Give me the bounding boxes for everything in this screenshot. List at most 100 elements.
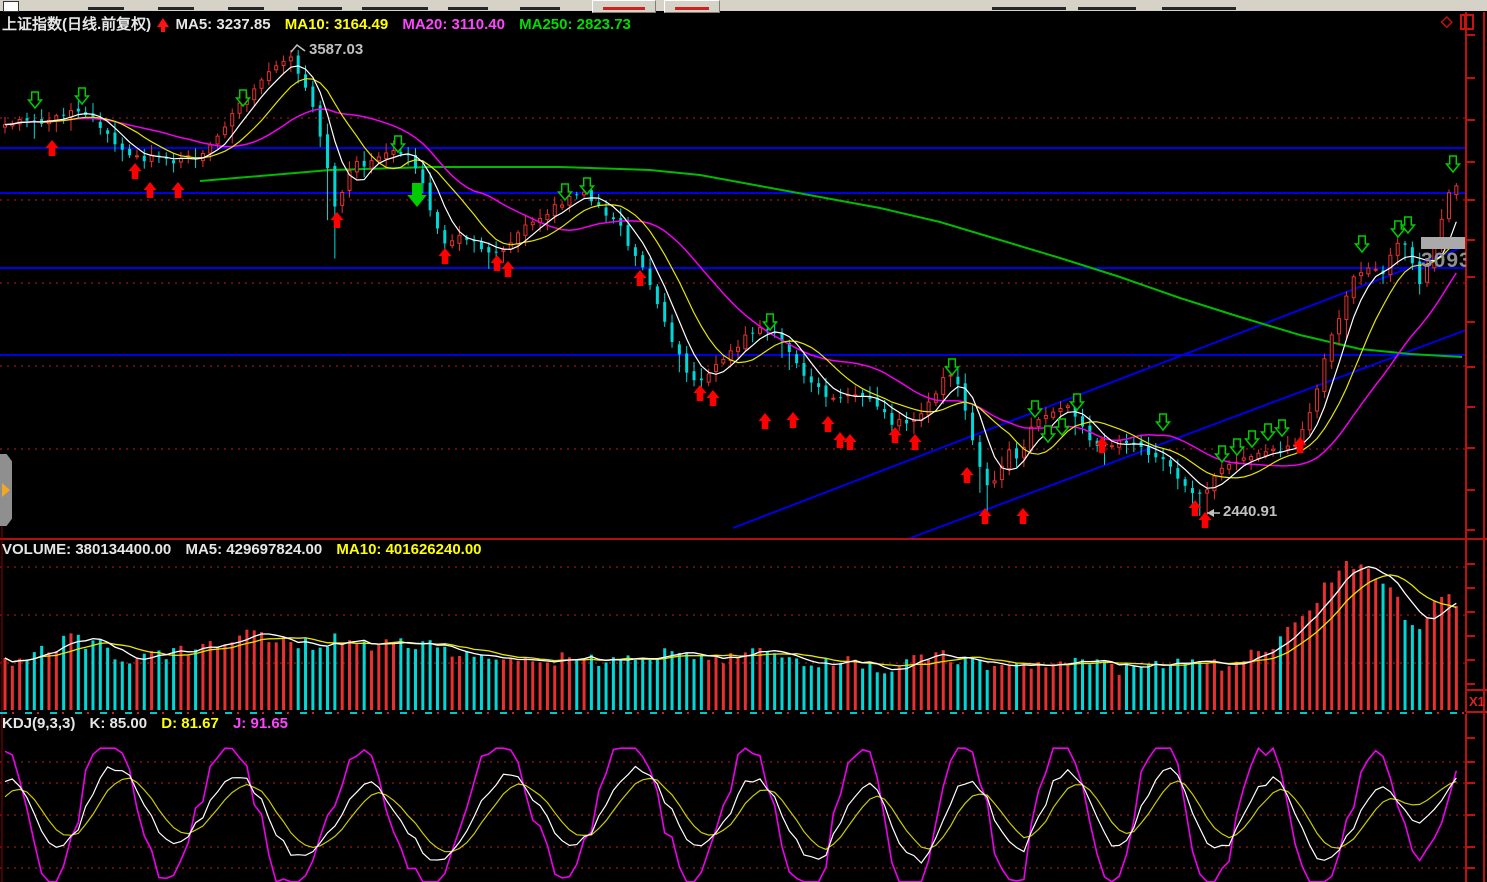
kdj-j-label: J:	[233, 715, 246, 732]
candle-body-down	[297, 56, 300, 74]
buy-signal-arrow	[694, 385, 707, 401]
volume-bar	[1088, 664, 1091, 710]
candle-body-down	[817, 383, 820, 387]
volume-bar	[77, 635, 80, 710]
volume-bar	[260, 632, 263, 710]
volume-bar	[231, 642, 234, 710]
volume-bar	[1345, 561, 1348, 710]
volume-bar	[568, 657, 571, 710]
volume-bar	[678, 653, 681, 710]
volume-bar	[370, 651, 373, 710]
volume-bar	[802, 666, 805, 710]
volume-bar	[465, 651, 468, 710]
volume-bar	[157, 650, 160, 710]
candle-body-up	[517, 233, 520, 244]
buy-signal-arrow	[909, 434, 922, 450]
candle-body-up	[561, 205, 564, 207]
volume-bar	[165, 659, 168, 710]
candle-body-down	[575, 194, 578, 195]
volume-bar	[326, 647, 329, 710]
vol-ma5-label: MA5:	[185, 541, 222, 558]
candle-body-down	[421, 169, 424, 183]
candle-body-down	[1162, 457, 1165, 459]
volume-bar	[84, 649, 87, 710]
volume-bar	[1360, 564, 1363, 710]
candle-body-up	[1286, 446, 1289, 449]
volume-bar	[355, 643, 358, 710]
candle-body-up	[216, 136, 219, 144]
candle-body-down	[693, 371, 696, 380]
candle-body-up	[1206, 490, 1209, 493]
candle-body-up	[1367, 268, 1370, 274]
volume-bar	[868, 662, 871, 710]
volume-bar	[780, 657, 783, 710]
volume-bar	[348, 640, 351, 710]
candle-body-up	[1272, 449, 1275, 450]
candle-body-up	[238, 103, 241, 113]
volume-bar	[238, 636, 241, 710]
volume-bar	[121, 662, 124, 710]
candle-body-down	[333, 166, 336, 207]
candle-body-up	[1352, 277, 1355, 298]
kdj-pane-separator	[0, 712, 1466, 714]
buy-signal-arrow	[787, 412, 800, 428]
volume-bar	[1059, 661, 1062, 710]
candle-body-up	[1396, 243, 1399, 255]
split-pane-icon[interactable]	[1460, 14, 1474, 30]
candle-body-down	[824, 386, 827, 397]
candle-body-down	[663, 302, 666, 322]
candle-body-down	[1411, 247, 1414, 263]
kdj-k-value: 85.00	[110, 715, 148, 732]
volume-bar	[656, 659, 659, 710]
volume-bar	[311, 650, 314, 710]
volume-bar	[971, 658, 974, 710]
candle-body-up	[1037, 420, 1040, 427]
candle-body-down	[443, 230, 446, 243]
candle-body-up	[1059, 408, 1062, 411]
trendline	[733, 246, 1466, 528]
chart-canvas[interactable]	[0, 0, 1487, 882]
volume-bar	[766, 652, 769, 710]
ma5-label: MA5:	[176, 16, 213, 33]
candle-body-up	[289, 57, 292, 61]
volume-bar	[333, 633, 336, 710]
sell-signal-arrow	[1356, 236, 1369, 252]
volume-bar	[289, 642, 292, 710]
volume-bar	[245, 630, 248, 710]
buy-signal-arrow	[501, 261, 514, 277]
volume-bar	[1286, 627, 1289, 710]
volume-bar	[722, 663, 725, 710]
diamond-icon[interactable]: ◇	[1441, 12, 1453, 30]
candle-body-up	[231, 114, 234, 126]
candle-body-up	[260, 80, 263, 88]
candle-body-down	[1176, 468, 1179, 479]
candle-body-down	[619, 218, 622, 226]
candle-body-up	[1360, 273, 1363, 276]
candle-body-down	[839, 397, 842, 398]
candle-body-up	[267, 72, 270, 81]
candle-body-up	[1323, 359, 1326, 392]
sell-signal-arrow	[1447, 156, 1460, 172]
sidebar-expand-handle[interactable]	[0, 454, 12, 526]
price-tag-bar	[1421, 237, 1466, 249]
buy-signal-arrow	[634, 270, 647, 286]
trendline	[905, 330, 1466, 540]
volume-bar	[458, 656, 461, 710]
volume-bar	[861, 669, 864, 710]
volume-bar	[1264, 652, 1267, 710]
volume-bar	[113, 659, 116, 710]
candle-body-down	[113, 133, 116, 145]
volume-bar	[106, 648, 109, 710]
candle-body-up	[898, 420, 901, 426]
volume-bar	[377, 645, 380, 710]
volume-bar	[209, 641, 212, 710]
volume-bar	[495, 660, 498, 710]
volume-bar	[612, 657, 615, 710]
candle-body-up	[707, 374, 710, 382]
volume-bar	[1418, 629, 1421, 710]
volume-bar	[1426, 618, 1429, 710]
ma20-value: 3110.40	[452, 16, 505, 33]
volume-bar	[1176, 659, 1179, 710]
candle-body-down	[77, 109, 80, 112]
candle-body-up	[758, 328, 761, 334]
